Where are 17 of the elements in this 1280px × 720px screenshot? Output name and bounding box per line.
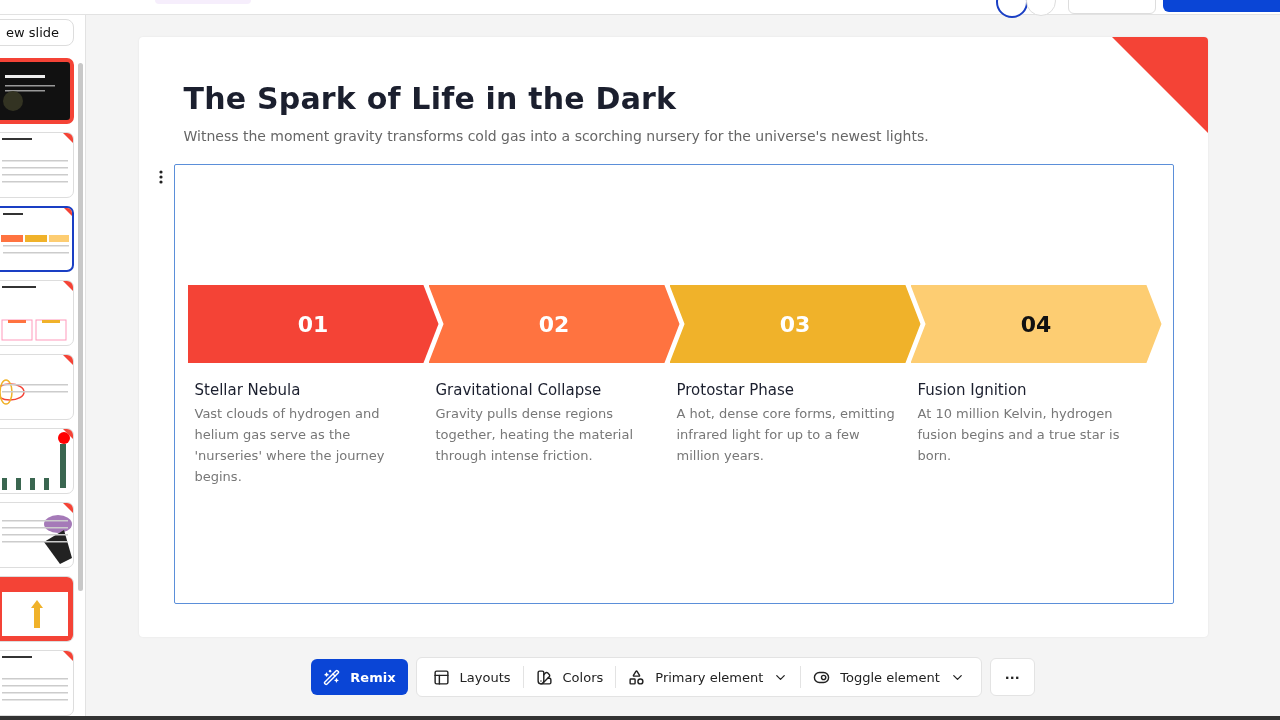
slide-title: The Spark of Life in the Dark [183,81,678,116]
step-description: At 10 million Kelvin, hydrogen fusion begins and a true star is born. [917,405,1121,465]
step-description: A hot, dense core forms, emitting infrared light for up to a few million years. [676,405,896,465]
more-button[interactable]: ··· [989,658,1035,696]
step-title: Gravitational Collapse [435,381,603,399]
step-title: Stellar Nebula [194,381,302,399]
step-chevron: 03 [669,285,921,363]
step-description: Vast clouds of hydrogen and helium gas serve as the 'nurseries' where the journey begins. [194,405,386,486]
step-chevron: 04 [910,285,1162,363]
slide-subtitle: Witness the moment gravity transforms cold gas into a scorching nursery for the universe's newest lights. [183,128,930,144]
remix-button[interactable]: Remix [311,659,408,695]
step-chevron: 02 [428,285,680,363]
new-slide-button[interactable]: ew slide [0,19,74,46]
step-description: Gravity pulls dense regions together, heating the material through intense friction. [435,405,634,465]
step-title: Fusion Ignition [917,381,1028,399]
step-chevron: 01 [187,285,439,363]
step-title: Protostar Phase [676,381,795,399]
